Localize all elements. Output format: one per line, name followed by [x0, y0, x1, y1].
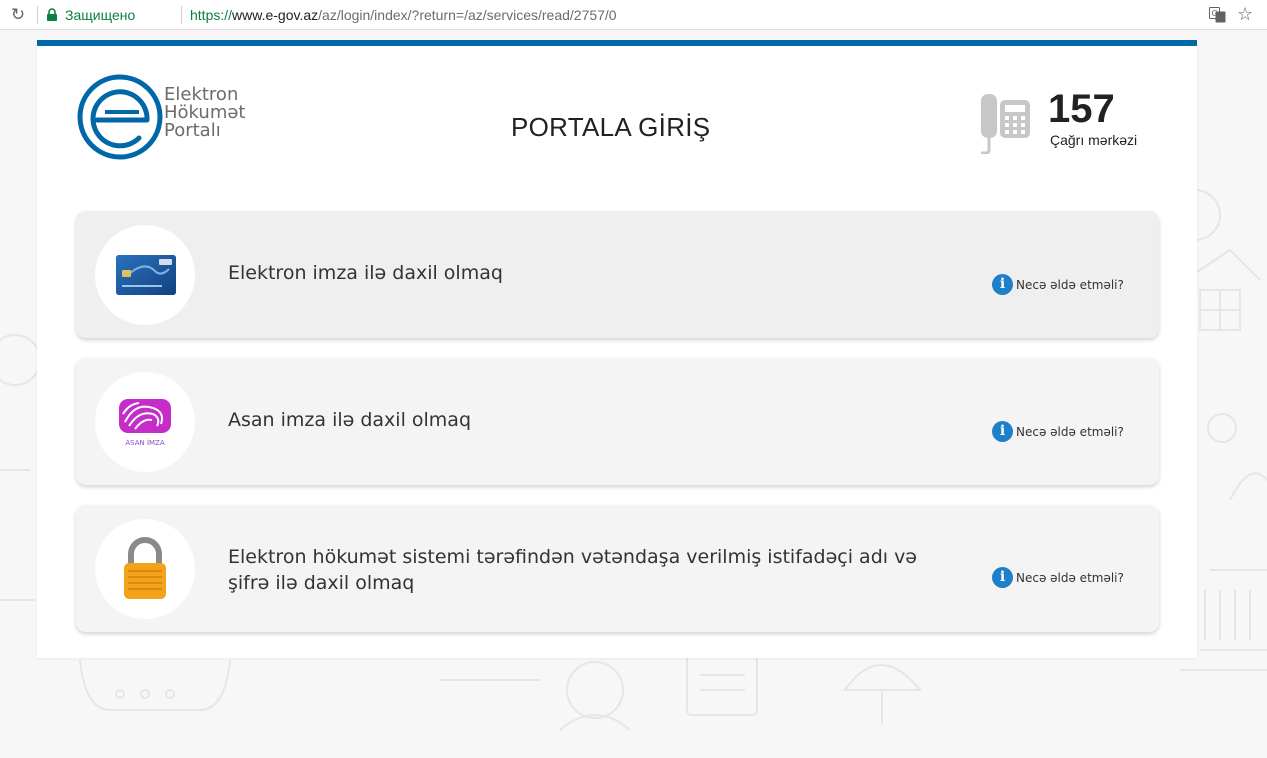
id-card-icon [116, 255, 176, 295]
login-option-username-password[interactable]: Elektron hökumət sistemi tərəfindən vətə… [76, 505, 1159, 632]
secure-label: Защищено [65, 7, 136, 23]
call-center-number: 157 [1048, 87, 1115, 131]
asan-imza-caption: ASAN İMZA [125, 438, 165, 447]
option-label: Asan imza ilə daxil olmaq [228, 409, 472, 431]
login-option-e-signature[interactable]: Elektron imza ilə daxil olmaq i Necə əldə… [76, 211, 1159, 338]
how-to-obtain-link[interactable]: i Necə əldə etməli? [992, 421, 1124, 443]
translate-icon[interactable]: G [1209, 7, 1226, 23]
option-label: Elektron imza ilə daxil olmaq [228, 262, 503, 284]
url-host: www.e-gov.az [232, 7, 319, 23]
option-icon-circle: ASAN İMZA [95, 372, 195, 472]
option-icon-circle [95, 225, 195, 325]
reload-icon[interactable]: ↻ [8, 5, 28, 25]
url-scheme: https:// [190, 7, 233, 23]
info-icon: i [992, 567, 1013, 588]
how-to-obtain-link[interactable]: i Necə əldə etməli? [992, 567, 1124, 589]
page-title: PORTALA GİRİŞ [511, 112, 711, 142]
lock-icon [47, 8, 57, 21]
padlock-icon [124, 537, 166, 599]
asan-imza-icon: ASAN İMZA [119, 399, 171, 447]
how-to-obtain-text: Necə əldə etməli? [1016, 570, 1124, 585]
login-panel: Elektron Hökumət Portalı PORTALA GİRİŞ 1… [37, 40, 1197, 658]
call-center-label: Çağrı mərkəzi [1050, 132, 1138, 148]
how-to-obtain-text: Necə əldə etməli? [1016, 277, 1124, 292]
phone-icon [981, 94, 1030, 154]
bookmark-star-icon[interactable]: ☆ [1237, 4, 1253, 25]
option-label: Elektron hökumət sistemi tərəfindən vətə… [228, 546, 918, 594]
login-option-asan-imza[interactable]: ASAN İMZA Asan imza ilə daxil olmaq i Nec… [76, 358, 1159, 485]
divider [181, 6, 182, 24]
info-icon: i [992, 274, 1013, 295]
logo-text: Elektron Hökumət Portalı [164, 86, 246, 140]
url-path: /az/login/index/?return=/az/services/rea… [318, 7, 617, 23]
how-to-obtain-link[interactable]: i Necə əldə etməli? [992, 274, 1124, 296]
browser-address-bar: ↻ Защищено https://www.e-gov.az/az/login… [0, 0, 1267, 30]
divider [37, 6, 38, 24]
svg-text:G: G [1212, 9, 1218, 18]
logo-line: Portalı [164, 120, 221, 141]
info-icon: i [992, 421, 1013, 442]
e-gov-logo-icon[interactable] [75, 72, 167, 162]
how-to-obtain-text: Necə əldə etməli? [1016, 424, 1124, 439]
option-icon-circle [95, 519, 195, 619]
url-field[interactable]: https://www.e-gov.az/az/login/index/?ret… [190, 7, 617, 23]
